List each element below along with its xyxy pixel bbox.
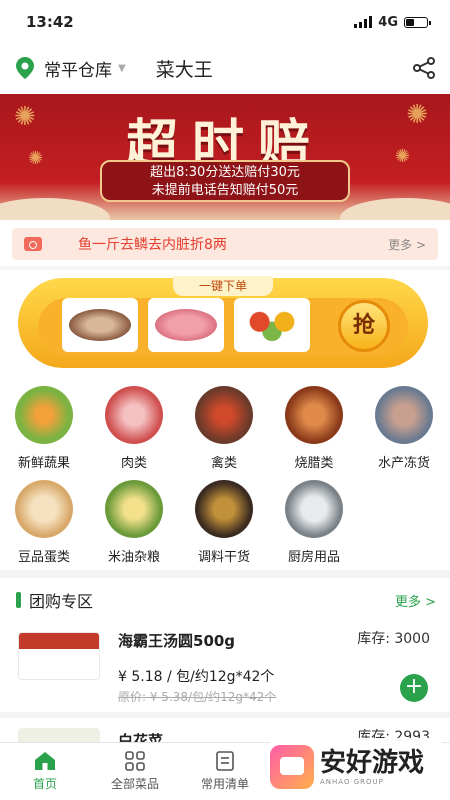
category-image [15,386,73,444]
group-buy-title: 团购专区 [29,592,94,611]
category-tofu-eggs[interactable]: 豆品蛋类 [4,480,84,565]
category-frozen-seafood[interactable]: 水产冻货 [364,386,444,471]
speaker-icon [24,237,42,251]
product-original-price: 原价: ¥ 5.38/包/约12g*42个 [118,690,277,704]
tab-label: 常用清单 [200,777,249,791]
share-icon[interactable] [412,56,436,80]
group-buy-header: 团购专区 更多 > [16,586,436,614]
category-label: 豆品蛋类 [17,550,70,565]
tab-favorites-list[interactable]: 常用清单 [180,743,270,800]
category-label: 水产冻货 [377,456,430,471]
product-card[interactable]: 海霸王汤圆500g 库存: 3000 ¥ 5.18 / 包/约12g*42个 原… [0,620,450,712]
product-tile-meat-platter[interactable] [62,298,138,352]
category-image [375,386,433,444]
category-image [105,480,163,538]
battery-icon [404,16,431,28]
product-tile-vegetables[interactable] [234,298,310,352]
category-image [195,386,253,444]
app-header: 常平仓库 ▼ 菜大王 [0,44,450,92]
group-buy-more-link[interactable]: 更多 > [395,591,436,610]
signal-icon [354,16,373,28]
status-bar: 13:42 4G [0,0,450,44]
product-stock: 库存: 3000 [357,631,430,647]
category-label: 调料干货 [197,550,250,565]
add-to-cart-button[interactable]: + [400,674,428,702]
product-tile-minced-pork[interactable] [148,298,224,352]
category-fresh-produce[interactable]: 新鲜蔬果 [4,386,84,471]
banner-terms: 超出8:30分送达赔付30元 未提前电话告知赔付50元 [100,160,350,202]
category-rice-oil-grains[interactable]: 米油杂粮 [94,480,174,565]
watermark-text: 安好游戏 [320,748,425,778]
category-image [15,480,73,538]
promo-banner[interactable]: ✺ ✺ ✺ ✺ 超时赔 超出8:30分送达赔付30元 未提前电话告知赔付50元 [0,94,450,220]
grab-button[interactable]: 抢 [338,300,390,352]
grid-icon [125,751,145,771]
category-image [105,386,163,444]
tab-label: 首页 [32,777,57,791]
section-marker [16,592,21,608]
divider [0,266,450,270]
product-image [18,632,100,680]
watermark-logo-icon [270,745,314,789]
one-click-order-panel: 一键下单 抢 [18,276,428,368]
category-label: 肉类 [120,456,147,471]
home-icon [35,752,55,770]
category-image [285,480,343,538]
watermark-overlay: 安好游戏 ANHAO GROUP [270,738,442,796]
tab-home[interactable]: 首页 [0,743,90,800]
product-name: 海霸王汤圆500g [118,632,236,650]
notice-bar[interactable]: 鱼一斤去鳞去内脏折8两 更多 > [12,228,438,260]
category-label: 厨房用品 [287,550,340,565]
notice-more-link[interactable]: 更多 > [388,236,426,253]
category-poultry[interactable]: 禽类 [184,386,264,471]
product-price: ¥ 5.18 / 包/约12g*42个 [118,669,275,685]
category-roast-meat[interactable]: 烧腊类 [274,386,354,471]
network-label: 4G [378,14,398,30]
divider [0,570,450,578]
status-time: 13:42 [26,13,74,31]
category-kitchenware[interactable]: 厨房用品 [274,480,354,565]
category-image [195,480,253,538]
list-icon [216,751,234,771]
category-label: 新鲜蔬果 [17,456,70,471]
cloud-decoration [0,198,110,220]
one-click-order-tag: 一键下单 [173,276,273,296]
banner-line-1: 超出8:30分送达赔付30元 [150,165,300,180]
category-meat[interactable]: 肉类 [94,386,174,471]
category-label: 米油杂粮 [107,550,160,565]
store-name: 菜大王 [155,58,213,81]
tab-label: 全部菜品 [110,777,159,791]
location-pin-icon [16,57,34,79]
watermark-subtext: ANHAO GROUP [320,778,384,786]
banner-line-2: 未提前电话告知赔付50元 [151,183,299,198]
category-label: 禽类 [210,456,237,471]
cloud-decoration [340,198,450,220]
notice-text: 鱼一斤去鳞去内脏折8两 [78,237,227,253]
category-label: 烧腊类 [294,456,334,471]
chevron-down-icon[interactable]: ▼ [118,63,126,74]
category-image [285,386,343,444]
status-indicators: 4G [354,14,431,30]
warehouse-selector[interactable]: 常平仓库 [44,56,112,81]
tab-all-products[interactable]: 全部菜品 [90,743,180,800]
category-seasonings[interactable]: 调料干货 [184,480,264,565]
